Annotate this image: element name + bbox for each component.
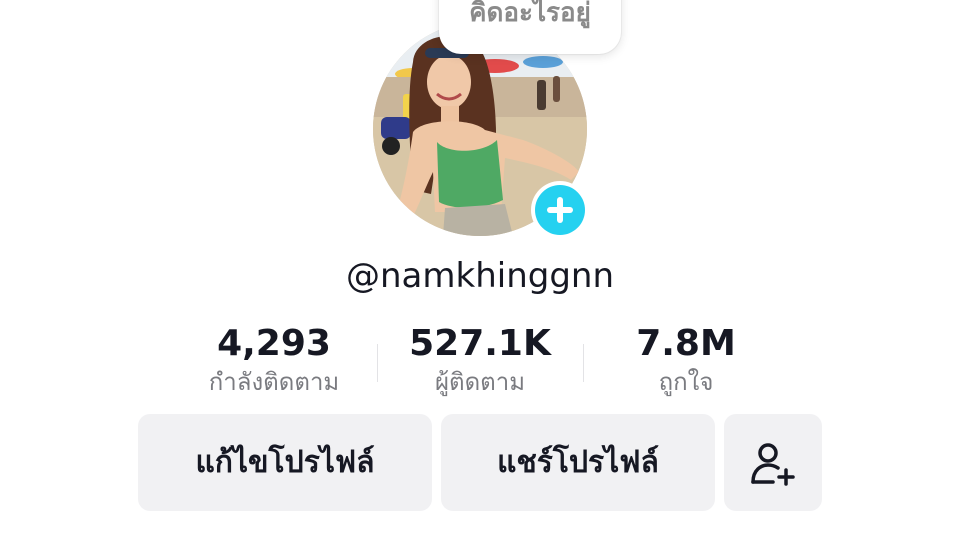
followers-label: ผู้ติดตาม — [434, 368, 526, 396]
stat-followers[interactable]: 527.1K ผู้ติดตาม — [380, 322, 580, 398]
likes-label: ถูกใจ — [658, 368, 714, 396]
profile-stats: 4,293 กำลังติดตาม 527.1K ผู้ติดตาม 7.8M … — [0, 322, 960, 402]
add-user-icon — [751, 442, 795, 486]
likes-count: 7.8M — [636, 323, 736, 364]
stats-divider — [377, 344, 378, 382]
profile-page: คิดอะไรอยู่ @namkhinggnn 4,293 กำลังติดต… — [0, 0, 960, 539]
share-profile-label: แชร์โปรไฟล์ — [497, 445, 659, 480]
add-story-button[interactable] — [531, 181, 589, 239]
following-count: 4,293 — [217, 323, 331, 364]
share-profile-button[interactable]: แชร์โปรไฟล์ — [441, 414, 715, 511]
stat-likes[interactable]: 7.8M ถูกใจ — [586, 322, 786, 398]
stat-following[interactable]: 4,293 กำลังติดตาม — [174, 322, 374, 398]
status-note-text: คิดอะไรอยู่ — [469, 0, 591, 28]
add-friend-button[interactable] — [724, 414, 822, 511]
following-label: กำลังติดตาม — [208, 368, 340, 396]
stats-divider — [583, 344, 584, 382]
status-note-bubble[interactable]: คิดอะไรอยู่ — [439, 0, 621, 54]
edit-profile-label: แก้ไขโปรไฟล์ — [195, 445, 375, 480]
edit-profile-button[interactable]: แก้ไขโปรไฟล์ — [138, 414, 432, 511]
username: @namkhinggnn — [346, 256, 614, 296]
followers-count: 527.1K — [409, 323, 551, 364]
plus-icon — [547, 197, 573, 223]
